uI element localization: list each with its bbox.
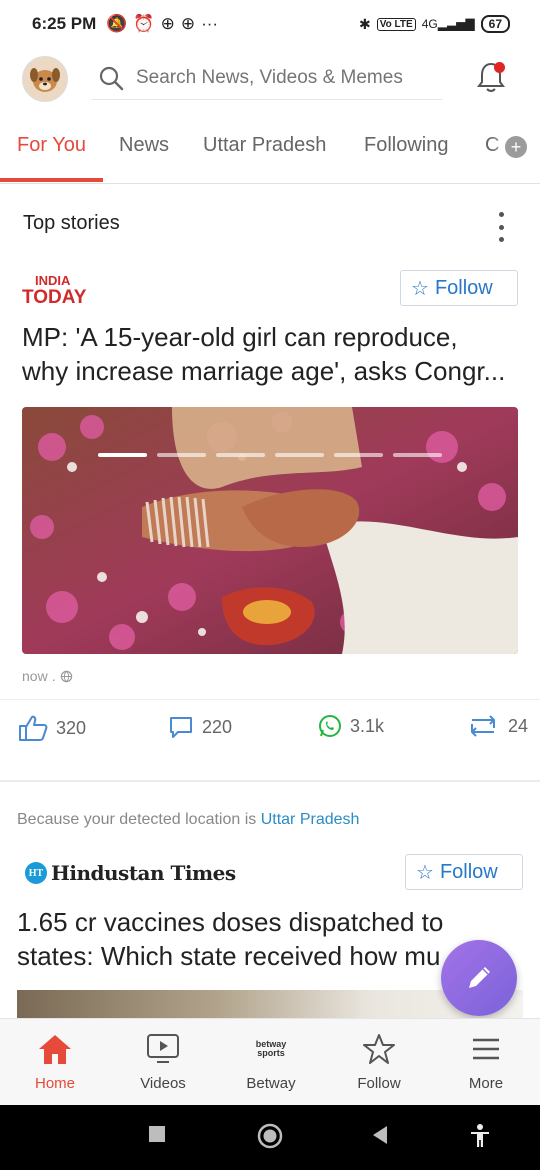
volte-icon: Vo LTE <box>376 17 416 31</box>
follow-label: Follow <box>439 860 498 883</box>
story-actions: 320 220 3.1k 24 <box>0 699 540 755</box>
whatsapp-share-button[interactable]: 3.1k <box>318 714 384 738</box>
headline-line: 1.65 cr vaccines doses dispatched to <box>17 907 444 937</box>
menu-icon <box>473 1038 499 1060</box>
accessibility-button[interactable] <box>469 1123 491 1149</box>
signal-icon: 4G▂▃▅▇ <box>421 17 475 31</box>
create-post-button[interactable] <box>441 940 517 1016</box>
repost-button[interactable]: 24 <box>466 714 528 738</box>
silent-bell-icon: 🔕 <box>106 14 128 33</box>
status-left-icons: 🔕 ⏰ ⊕ ⊕ ··· <box>106 14 218 34</box>
search-input[interactable] <box>136 66 436 89</box>
nav-home[interactable]: Home <box>5 1029 105 1092</box>
svg-text:INDIA: INDIA <box>35 273 71 288</box>
story-headline[interactable]: 1.65 cr vaccines doses dispatched to sta… <box>17 905 517 973</box>
category-tabs: For You News Uttar Pradesh Following C + <box>0 126 540 184</box>
home-icon <box>39 1035 71 1064</box>
share-count: 3.1k <box>350 715 385 736</box>
follow-button[interactable]: ☆ Follow <box>405 854 523 890</box>
ht-badge-icon: HT <box>25 862 47 884</box>
app-icon: ⊕ <box>160 14 175 33</box>
story-time: now <box>22 668 48 684</box>
tab-news[interactable]: News <box>119 134 169 157</box>
carousel-dot <box>275 453 324 457</box>
story-image[interactable] <box>22 407 518 654</box>
thumbs-up-icon <box>19 715 48 741</box>
more-icon: ··· <box>201 14 219 33</box>
active-tab-indicator <box>0 178 103 182</box>
nav-videos[interactable]: Videos <box>113 1029 213 1092</box>
carousel-dot <box>393 453 442 457</box>
tab-for-you[interactable]: For You <box>17 134 86 157</box>
nav-label: Videos <box>140 1075 186 1092</box>
status-bar: 6:25 PM 🔕 ⏰ ⊕ ⊕ ··· ✱ Vo LTE 4G▂▃▅▇ 67 <box>0 0 540 48</box>
hindustan-times-logo[interactable]: HT Hindustan Times <box>25 859 236 887</box>
recent-apps-button[interactable] <box>148 1125 166 1143</box>
source-name: Hindustan Times <box>51 861 236 885</box>
comment-count: 220 <box>202 716 233 737</box>
carousel-dot <box>98 453 147 457</box>
search-bar[interactable] <box>92 56 442 100</box>
more-options-icon[interactable] <box>496 212 506 242</box>
svg-text:TODAY: TODAY <box>22 287 87 306</box>
nav-more[interactable]: More <box>436 1029 536 1092</box>
story-meta: now . <box>22 668 73 684</box>
status-time: 6:25 PM <box>32 14 97 33</box>
search-icon <box>99 66 124 90</box>
tab-uttar-pradesh[interactable]: Uttar Pradesh <box>203 134 326 157</box>
app-icon: ⊕ <box>180 14 196 33</box>
wedding-hands-image <box>22 407 518 654</box>
comment-button[interactable]: 220 <box>168 714 232 740</box>
nav-label: Betway <box>246 1075 296 1092</box>
notification-dot <box>494 62 505 73</box>
story-headline[interactable]: MP: 'A 15-year-old girl can reproduce, w… <box>22 320 522 388</box>
comment-icon <box>170 717 192 738</box>
tab-following[interactable]: Following <box>364 134 448 157</box>
carousel-dot <box>157 453 206 457</box>
system-navigation-bar <box>0 1105 540 1170</box>
section-divider <box>0 780 540 782</box>
headline-line: why increase marriage age', asks Congr..… <box>22 356 506 386</box>
app-header <box>0 48 540 110</box>
add-tab-icon[interactable]: + <box>505 136 527 158</box>
follow-button[interactable]: ☆ Follow <box>400 270 518 306</box>
battery-icon: 67 <box>480 15 510 33</box>
carousel-dot <box>334 453 383 457</box>
dog-avatar-icon <box>30 68 60 92</box>
recommendation-reason: Because your detected location is Uttar … <box>17 811 360 828</box>
nav-label: Follow <box>357 1075 401 1092</box>
avatar[interactable] <box>22 56 68 102</box>
carousel-dot <box>216 453 265 457</box>
star-outline-icon: ☆ <box>411 277 429 300</box>
carousel-indicator <box>98 453 442 457</box>
bluetooth-icon: ✱ <box>359 15 371 32</box>
repost-icon <box>471 715 495 737</box>
alarm-icon: ⏰ <box>133 14 155 33</box>
betway-logo: betway sports <box>255 1039 287 1058</box>
nav-label: Home <box>34 1075 75 1092</box>
status-right-icons: ✱ Vo LTE 4G▂▃▅▇ 67 <box>359 15 510 33</box>
nav-betway[interactable]: betway sports Betway <box>221 1029 321 1093</box>
pencil-icon <box>469 967 490 988</box>
india-today-logo[interactable]: INDIA TODAY <box>22 272 92 306</box>
star-icon <box>363 1034 395 1064</box>
home-button[interactable] <box>257 1123 283 1149</box>
location-link[interactable]: Uttar Pradesh <box>261 811 360 828</box>
nav-label: More <box>468 1075 504 1092</box>
section-title: Top stories <box>23 212 120 234</box>
nav-follow[interactable]: Follow <box>329 1029 429 1092</box>
video-icon <box>147 1034 179 1063</box>
headline-line: MP: 'A 15-year-old girl can reproduce, <box>22 322 458 352</box>
globe-icon <box>60 670 72 682</box>
star-outline-icon: ☆ <box>416 861 434 884</box>
like-count: 320 <box>56 717 87 738</box>
follow-label: Follow <box>434 276 493 299</box>
repost-count: 24 <box>508 715 529 736</box>
like-button[interactable]: 320 <box>18 714 86 742</box>
back-button[interactable] <box>371 1125 389 1145</box>
bottom-navigation: Home Videos betway sports Betway Follow <box>0 1018 540 1105</box>
whatsapp-icon <box>319 715 341 737</box>
